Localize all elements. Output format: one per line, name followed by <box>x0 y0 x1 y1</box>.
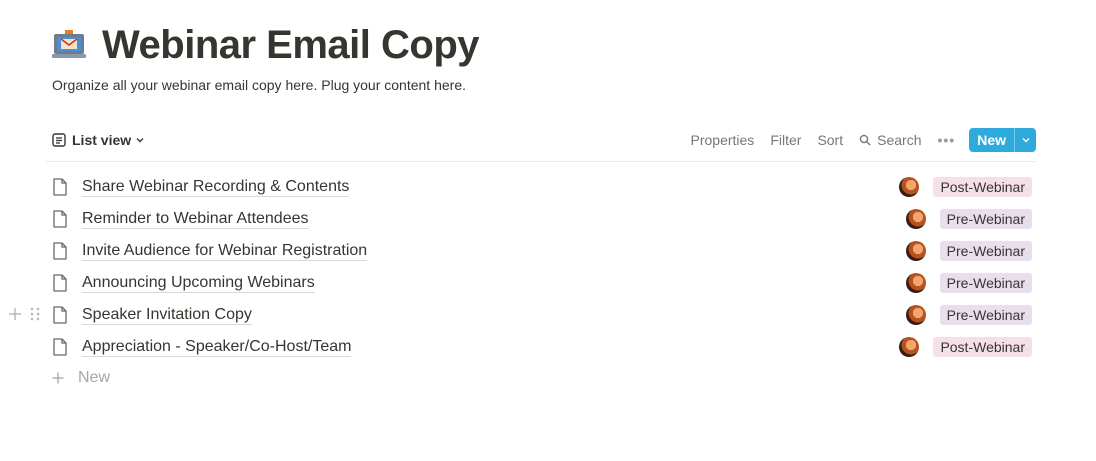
status-tag: Post-Webinar <box>933 337 1032 357</box>
list-item-properties: Post-Webinar <box>899 171 1032 203</box>
status-tag: Pre-Webinar <box>939 273 1032 293</box>
new-dropdown-button[interactable] <box>1014 128 1036 152</box>
properties-button[interactable]: Properties <box>691 128 755 152</box>
page-description: Organize all your webinar email copy her… <box>52 77 466 93</box>
list-item[interactable]: Announcing Upcoming Webinars Pre-Webinar <box>46 267 1036 299</box>
chevron-down-icon <box>1022 138 1029 143</box>
add-new-row-label: New <box>78 369 111 386</box>
toolbar-actions: Properties Filter Sort Search ••• New <box>691 128 1036 152</box>
list-item-properties: Pre-Webinar <box>905 235 1032 267</box>
page-icon <box>53 242 67 260</box>
list-item-title[interactable]: Announcing Upcoming Webinars <box>82 273 315 293</box>
list-item-properties: Pre-Webinar <box>905 203 1032 235</box>
view-switcher-label: List view <box>72 132 132 148</box>
avatar <box>905 305 926 325</box>
chevron-down-icon <box>136 138 144 143</box>
avatar <box>905 209 926 229</box>
laptop-envelope-icon[interactable] <box>52 28 86 62</box>
view-switcher[interactable]: List view <box>52 130 145 150</box>
list-item-title[interactable]: Appreciation - Speaker/Co-Host/Team <box>82 337 352 357</box>
more-options-icon[interactable]: ••• <box>937 128 955 152</box>
status-tag: Pre-Webinar <box>939 305 1032 325</box>
plus-icon <box>52 372 64 384</box>
list-item-title[interactable]: Share Webinar Recording & Contents <box>82 177 350 197</box>
page-icon <box>53 210 67 228</box>
list-item[interactable]: Speaker Invitation Copy Pre-Webinar <box>9 299 1036 331</box>
list-item[interactable]: Invite Audience for Webinar Registration… <box>46 235 1036 267</box>
status-tag: Pre-Webinar <box>939 241 1032 261</box>
avatar <box>899 337 920 357</box>
status-tag: Pre-Webinar <box>939 209 1032 229</box>
list-item[interactable]: Reminder to Webinar Attendees Pre-Webina… <box>46 203 1036 235</box>
list-item-properties: Pre-Webinar <box>905 267 1032 299</box>
avatar <box>905 273 926 293</box>
database-toolbar: List view Properties Filter Sort Search … <box>46 126 1036 162</box>
list-item-title[interactable]: Speaker Invitation Copy <box>82 305 252 325</box>
list-item-title[interactable]: Invite Audience for Webinar Registration <box>82 241 368 261</box>
list-item-properties: Pre-Webinar <box>905 299 1032 331</box>
add-new-row-button[interactable]: New <box>52 368 110 388</box>
row-handles <box>8 306 42 322</box>
page-icon <box>53 178 67 196</box>
list-view-icon <box>52 133 66 147</box>
drag-handle-icon[interactable] <box>28 306 42 322</box>
list-item-properties: Post-Webinar <box>899 331 1032 363</box>
avatar <box>905 241 926 261</box>
search-label: Search <box>877 132 922 148</box>
filter-button[interactable]: Filter <box>770 128 801 152</box>
avatar <box>899 177 920 197</box>
add-row-icon[interactable] <box>8 307 22 321</box>
list-item[interactable]: Share Webinar Recording & Contents Post-… <box>46 171 1036 203</box>
new-button-group: New <box>969 128 1036 152</box>
status-tag: Post-Webinar <box>933 177 1032 197</box>
page-header: Webinar Email Copy <box>52 22 480 68</box>
page-title: Webinar Email Copy <box>102 23 480 67</box>
page-icon <box>53 306 67 324</box>
search-button[interactable]: Search <box>859 128 921 152</box>
page-icon <box>53 274 67 292</box>
search-icon <box>859 134 871 146</box>
list-view: Share Webinar Recording & Contents Post-… <box>9 171 1036 363</box>
sort-button[interactable]: Sort <box>817 128 843 152</box>
list-item[interactable]: Appreciation - Speaker/Co-Host/Team Post… <box>46 331 1036 363</box>
new-button[interactable]: New <box>969 128 1014 152</box>
page-icon <box>53 338 67 356</box>
list-item-title[interactable]: Reminder to Webinar Attendees <box>82 209 309 229</box>
